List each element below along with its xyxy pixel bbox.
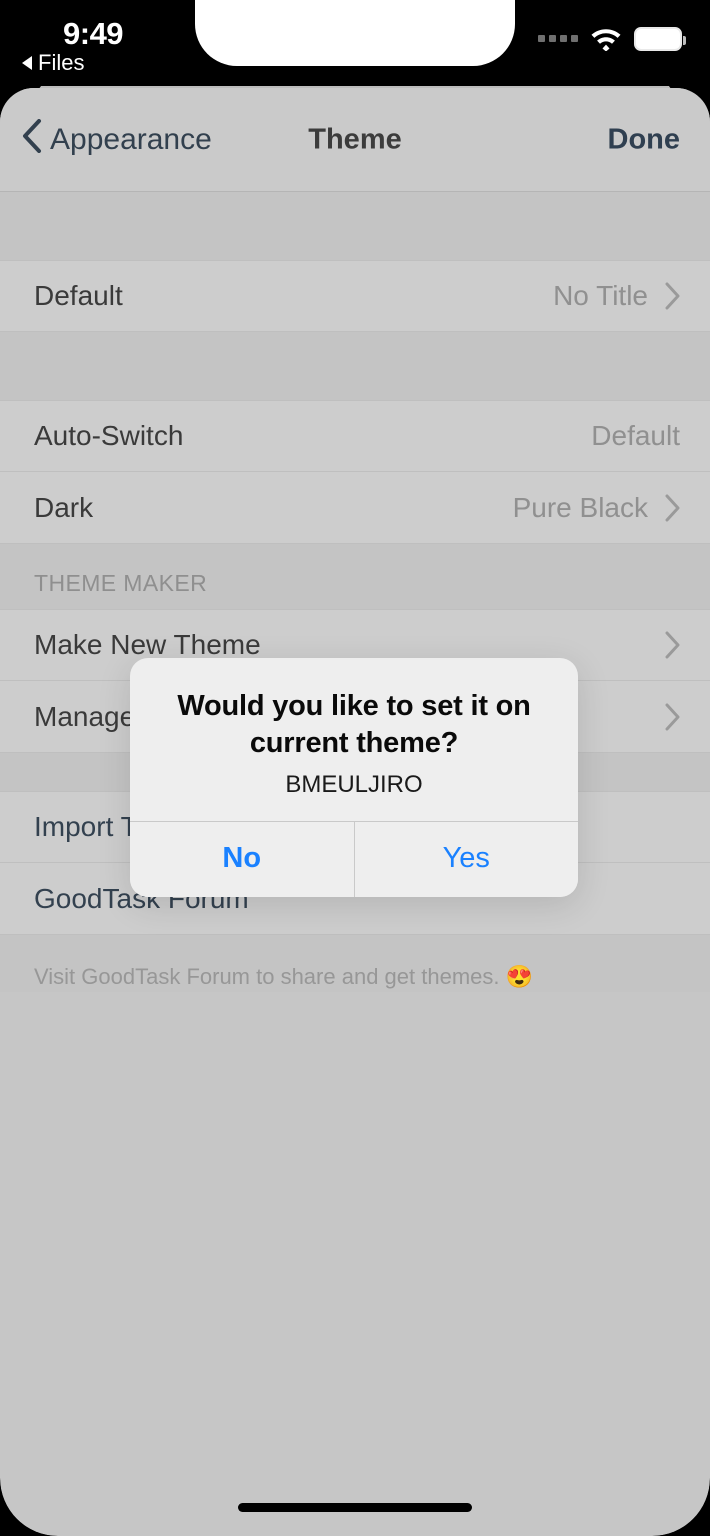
row-label: Default bbox=[34, 280, 123, 311]
confirm-dialog: Would you like to set it on current them… bbox=[130, 658, 578, 897]
row-auto-switch[interactable]: Auto-Switch Default bbox=[0, 400, 710, 472]
footnote-text: Visit GoodTask Forum to share and get th… bbox=[0, 935, 710, 992]
section-gap bbox=[0, 332, 710, 400]
row-value: Default bbox=[591, 420, 680, 451]
chevron-left-icon bbox=[22, 118, 42, 161]
chevron-right-icon bbox=[664, 494, 680, 522]
back-button-label: Appearance bbox=[50, 122, 212, 156]
status-back-to-files[interactable]: Files bbox=[22, 50, 84, 76]
row-value: Pure Black bbox=[512, 491, 648, 523]
signal-dots-icon bbox=[538, 35, 578, 42]
dialog-yes-button[interactable]: Yes bbox=[353, 821, 578, 897]
row-default-theme[interactable]: Default No Title bbox=[0, 260, 710, 332]
status-indicators bbox=[538, 26, 686, 51]
dialog-no-button[interactable]: No bbox=[130, 821, 354, 897]
section-gap bbox=[0, 192, 710, 260]
row-label: Make New Theme bbox=[34, 629, 261, 660]
dialog-actions: No Yes bbox=[130, 820, 578, 897]
section-header-theme-maker: THEME MAKER bbox=[0, 544, 710, 609]
done-button[interactable]: Done bbox=[608, 123, 681, 156]
row-value: No Title bbox=[553, 280, 648, 311]
navigation-bar: Appearance Theme Done bbox=[0, 88, 710, 192]
dialog-body: Would you like to set it on current them… bbox=[130, 658, 578, 821]
wifi-icon bbox=[589, 26, 623, 51]
status-time: 9:49 bbox=[63, 16, 124, 51]
chevron-right-icon bbox=[664, 282, 680, 310]
chevron-right-icon bbox=[664, 703, 680, 731]
chevron-right-icon bbox=[664, 631, 680, 659]
notch bbox=[195, 0, 515, 66]
dialog-subtitle: BMEULJIRO bbox=[285, 770, 423, 798]
back-triangle-icon bbox=[22, 56, 32, 70]
row-label: Dark bbox=[34, 491, 94, 523]
battery-icon bbox=[634, 26, 686, 51]
back-button-appearance[interactable]: Appearance bbox=[22, 118, 212, 161]
dialog-title: Would you like to set it on current them… bbox=[177, 690, 531, 759]
status-back-label: Files bbox=[38, 50, 85, 75]
phone-frame: 9:49 Files Appearance Theme Done Default… bbox=[0, 0, 710, 1536]
row-label: Auto-Switch bbox=[34, 420, 184, 451]
row-dark[interactable]: Dark Pure Black bbox=[0, 472, 710, 544]
page-title: Theme bbox=[308, 123, 402, 155]
home-indicator[interactable] bbox=[238, 1503, 472, 1512]
